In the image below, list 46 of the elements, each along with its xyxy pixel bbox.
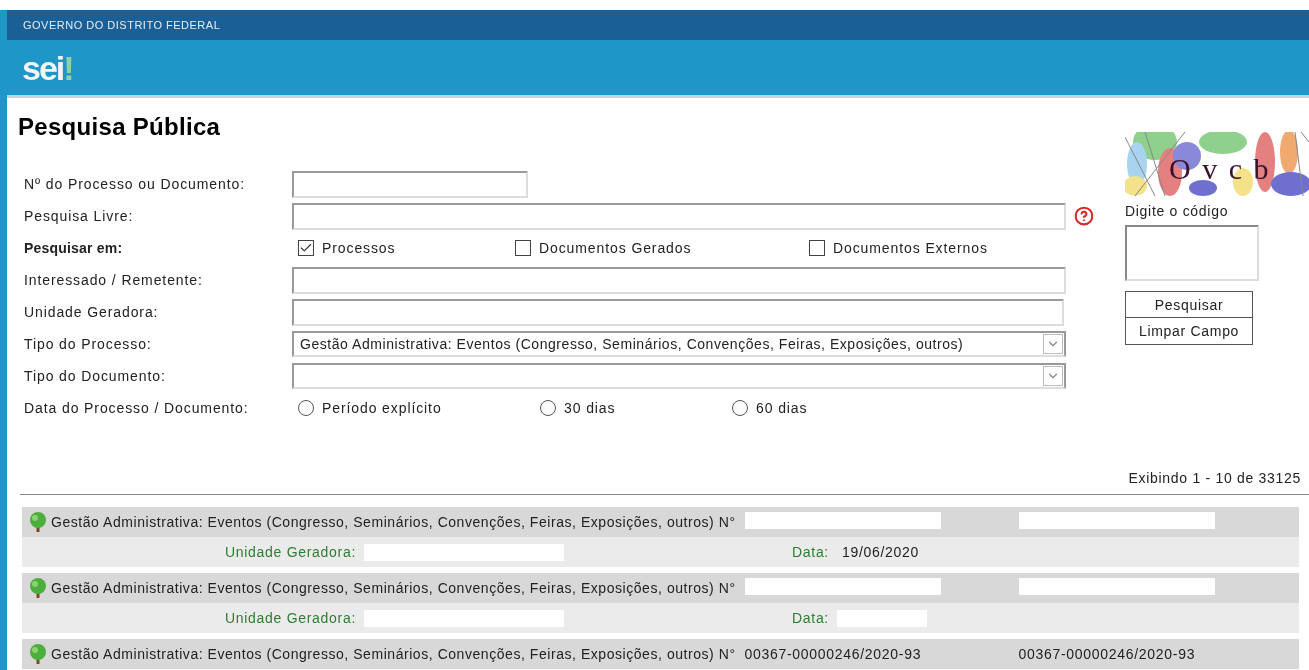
results-count: Exibindo 1 - 10 de 33125 [1128,470,1301,486]
process-code: 00367-00000246/2020-93 [1018,646,1196,662]
tree-icon [29,512,47,532]
date-label: Data: [792,544,829,560]
page-title: Pesquisa Pública [18,112,222,142]
field-label: Tipo do Processo: [24,336,153,352]
radio-label: Período explícito [322,400,442,416]
tree-icon [29,578,47,598]
tree-icon [29,644,47,664]
field-label: Pesquisar em: [24,240,124,256]
checkbox[interactable] [515,240,531,256]
input-field[interactable] [292,266,1066,294]
date-label: Data: [792,610,829,626]
captcha-prompt: Digite o código [1125,203,1230,219]
form-button[interactable]: Limpar Campo [1125,318,1253,345]
result-title[interactable]: Gestão Administrativa: Eventos (Congresso, Seminários, Convenções, Feiras, Exposições, outros) N° [51,646,736,662]
result-title[interactable]: Gestão Administrativa: Eventos (Congresso, Seminários, Convenções, Feiras, Exposições, outros) N° [51,580,736,596]
checkbox[interactable] [809,240,825,256]
dropdown[interactable]: Gestão Administrativa: Eventos (Congresso, Seminários, Convenções, Feiras, Exposições, outros) [292,331,1066,357]
checkbox[interactable] [298,240,314,256]
field-label: Nº do Processo ou Documento: [24,176,246,192]
organization-name: GOVERNO DO DISTRITO FEDERAL [23,19,221,31]
dropdown[interactable] [292,363,1066,389]
unit-label: Unidade Geradora: [225,610,356,626]
input-field[interactable] [292,202,1066,230]
unit-label: Unidade Geradora: [225,544,356,560]
field-label: Unidade Geradora: [24,304,160,320]
checkbox-label: Processos [322,240,396,256]
field-label: Data do Processo / Documento: [24,400,250,416]
radio-label: 60 dias [756,400,808,416]
input-field[interactable] [292,170,528,198]
help-icon[interactable] [1074,206,1094,226]
date-value: 19/06/2020 [841,544,920,560]
checkbox-label: Documentos Gerados [539,240,692,256]
field-label: Pesquisa Livre: [24,208,135,224]
form-button[interactable]: Pesquisar [1125,291,1253,318]
chevron-icon [1043,334,1063,354]
radio-label: 30 dias [564,400,616,416]
captcha-field[interactable] [1125,225,1259,281]
input-field[interactable] [292,298,1064,326]
chevron-icon [1043,366,1063,386]
checkbox-label: Documentos Externos [833,240,988,256]
result-title[interactable]: Gestão Administrativa: Eventos (Congresso, Seminários, Convenções, Feiras, Exposições, outros) N° [51,514,736,530]
field-label: Tipo do Documento: [24,368,167,384]
field-label: Interessado / Remetente: [24,272,204,288]
process-number: 00367-00000246/2020-93 [744,646,923,662]
